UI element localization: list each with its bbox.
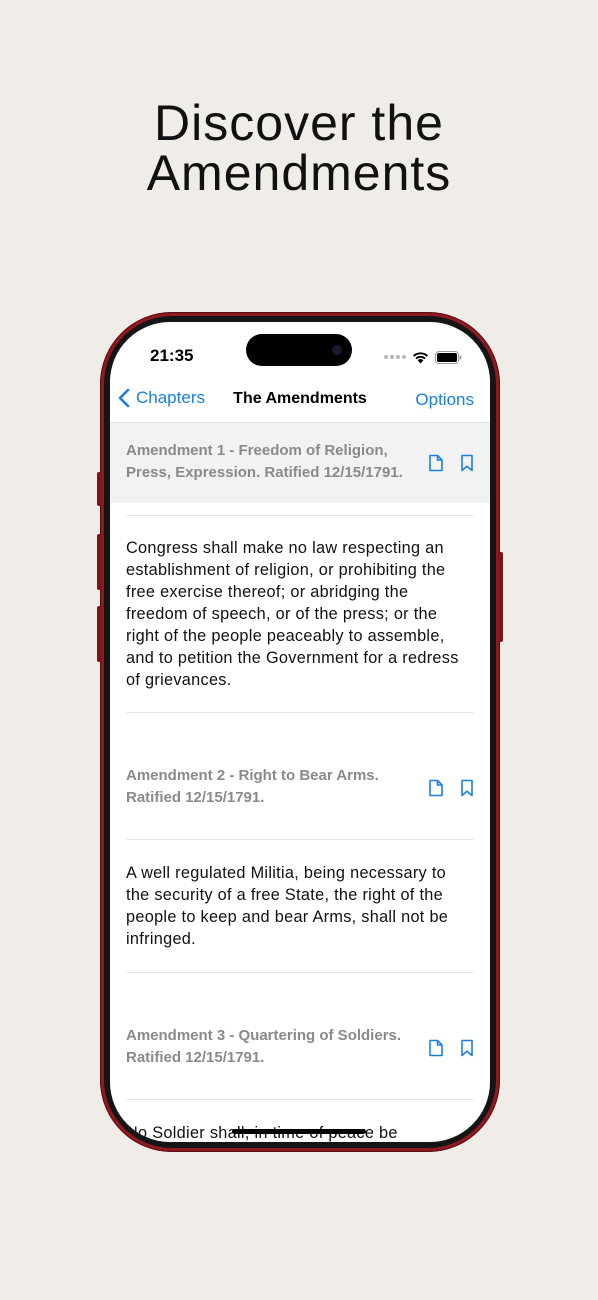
phone-screen: 21:35 Chapters The Amendments Options Am… <box>110 322 490 1142</box>
phone-power-button <box>499 552 503 642</box>
amendment-actions <box>428 779 474 797</box>
cellular-signal-icon <box>384 355 406 359</box>
battery-icon <box>435 350 462 364</box>
amendment-text: A well regulated Militia, being necessar… <box>126 864 449 948</box>
status-time: 21:35 <box>150 346 194 365</box>
amendment-actions <box>428 1039 474 1057</box>
document-icon[interactable] <box>428 454 444 472</box>
amendment-actions <box>428 454 474 472</box>
phone-volume-down <box>97 606 101 662</box>
amendment-title: Amendment 1 - Freedom of Religion, Press… <box>126 442 403 481</box>
wifi-icon <box>413 351 428 363</box>
document-icon[interactable] <box>428 1039 444 1057</box>
amendment-title: Amendment 2 - Right to Bear Arms. Ratifi… <box>126 767 379 806</box>
document-icon[interactable] <box>428 779 444 797</box>
headline-line-1: Discover the <box>154 95 444 151</box>
dynamic-island <box>246 334 352 366</box>
amendment-header[interactable]: Amendment 1 - Freedom of Religion, Press… <box>110 423 490 503</box>
chevron-left-icon <box>118 388 130 408</box>
amendment-header[interactable]: Amendment 3 - Quartering of Soldiers. Ra… <box>110 973 490 1099</box>
headline-line-2: Amendments <box>146 145 452 201</box>
amendment-title: Amendment 3 - Quartering of Soldiers. Ra… <box>126 1027 402 1066</box>
bookmark-icon[interactable] <box>460 454 474 472</box>
options-button[interactable]: Options <box>415 390 474 410</box>
navigation-bar: Chapters The Amendments Options <box>110 378 490 423</box>
page-headline: Discover the Amendments <box>0 98 598 198</box>
amendment-text: Congress shall make no law respecting an… <box>126 539 459 689</box>
status-icons <box>384 350 462 364</box>
home-indicator[interactable] <box>232 1129 366 1134</box>
bookmark-icon[interactable] <box>460 779 474 797</box>
phone-volume-up <box>97 534 101 590</box>
bookmark-icon[interactable] <box>460 1039 474 1057</box>
camera-dot <box>332 345 342 355</box>
amendment-header[interactable]: Amendment 2 - Right to Bear Arms. Ratifi… <box>110 713 490 839</box>
amendments-list: Amendment 1 - Freedom of Religion, Press… <box>110 423 490 1142</box>
back-button[interactable]: Chapters <box>118 388 205 408</box>
phone-frame: 21:35 Chapters The Amendments Options Am… <box>97 312 503 1152</box>
phone-mute-switch <box>97 472 101 506</box>
back-button-label: Chapters <box>136 388 205 407</box>
